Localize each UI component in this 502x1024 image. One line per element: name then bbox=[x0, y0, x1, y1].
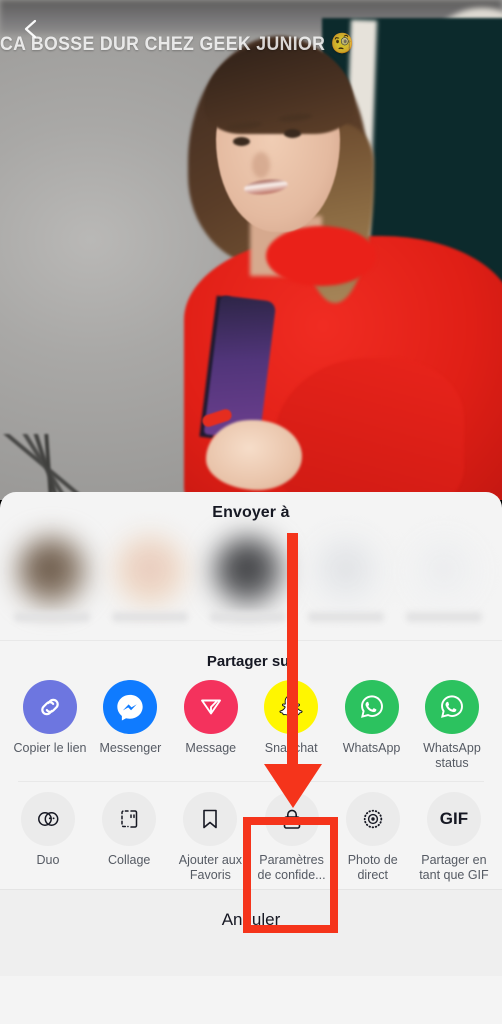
contact-name-blurred bbox=[406, 612, 482, 622]
action-collage[interactable]: Collage bbox=[89, 792, 169, 883]
share-target-whatsapp-status[interactable]: WhatsApp status bbox=[414, 680, 490, 771]
contact-item[interactable] bbox=[14, 536, 90, 622]
duo-icon bbox=[21, 792, 75, 846]
avatar bbox=[17, 536, 87, 606]
video-caption-text: CA BOSSE DUR CHEZ GEEK JUNIOR bbox=[0, 34, 326, 55]
share-target-messenger[interactable]: Messenger bbox=[92, 680, 168, 771]
contact-name-blurred bbox=[210, 612, 286, 622]
share-on-title: Partager sur bbox=[206, 653, 296, 670]
whatsapp-icon bbox=[344, 680, 399, 734]
hands bbox=[206, 420, 302, 490]
contact-item[interactable] bbox=[308, 536, 384, 622]
contacts-row bbox=[0, 522, 502, 640]
share-targets-row: Copier le lien Messenger Message WhatsAp… bbox=[0, 674, 502, 781]
send-message-icon bbox=[183, 680, 238, 734]
share-target-message[interactable]: Message bbox=[173, 680, 249, 771]
share-target-label: WhatsApp bbox=[342, 741, 401, 755]
share-target-label: Message bbox=[185, 741, 237, 755]
share-sheet: Envoyer à Partager sur Copier le lien Me… bbox=[0, 492, 502, 1024]
video-caption: CA BOSSE DUR CHEZ GEEK JUNIOR 🧐 bbox=[0, 31, 354, 56]
action-add-to-favorites[interactable]: Ajouter aux Favoris bbox=[170, 792, 250, 883]
action-share-as-gif[interactable]: GIF Partager en tant que GIF bbox=[414, 792, 494, 883]
share-target-label: WhatsApp status bbox=[423, 741, 481, 770]
contact-name-blurred bbox=[308, 612, 384, 622]
share-target-copy-link[interactable]: Copier le lien bbox=[12, 680, 88, 771]
contact-item[interactable] bbox=[112, 536, 188, 622]
annotation-arrow-head bbox=[264, 764, 322, 808]
contact-name-blurred bbox=[14, 612, 90, 622]
action-live-photo[interactable]: Photo de direct bbox=[333, 792, 413, 883]
avatar bbox=[409, 536, 479, 606]
share-target-whatsapp[interactable]: WhatsApp bbox=[334, 680, 410, 771]
action-label: Duo bbox=[36, 853, 60, 867]
share-target-label: Messenger bbox=[99, 741, 162, 755]
back-chevron-icon[interactable] bbox=[20, 18, 42, 40]
share-target-label: Copier le lien bbox=[13, 741, 87, 755]
avatar bbox=[311, 536, 381, 606]
live-photo-icon bbox=[345, 792, 400, 846]
contact-item[interactable] bbox=[406, 536, 482, 622]
annotation-arrow-shaft bbox=[287, 533, 298, 776]
action-label: Photo de direct bbox=[347, 853, 398, 882]
whatsapp-status-icon bbox=[424, 680, 479, 734]
eye-left bbox=[233, 137, 250, 146]
avatar bbox=[213, 536, 283, 606]
avatar bbox=[115, 536, 185, 606]
contact-item[interactable] bbox=[210, 536, 286, 622]
annotation-highlight-box bbox=[243, 817, 338, 933]
tiktok-share-screen: CA BOSSE DUR CHEZ GEEK JUNIOR 🧐 Envoyer … bbox=[0, 0, 502, 1024]
eye-right bbox=[284, 129, 301, 138]
contact-name-blurred bbox=[112, 612, 188, 622]
nose bbox=[252, 152, 270, 178]
plant-leaves bbox=[0, 434, 110, 500]
action-duo[interactable]: Duo bbox=[8, 792, 88, 883]
send-to-title: Envoyer à bbox=[212, 504, 290, 521]
action-label: Collage bbox=[107, 853, 151, 867]
action-label: Ajouter aux Favoris bbox=[178, 853, 242, 882]
caption-emoji: 🧐 bbox=[330, 33, 355, 55]
action-label: Partager en tant que GIF bbox=[419, 853, 489, 882]
messenger-icon bbox=[103, 680, 158, 734]
sweater-collar bbox=[266, 226, 376, 286]
collage-icon bbox=[102, 792, 157, 846]
person-subject bbox=[178, 28, 502, 500]
bookmark-icon bbox=[183, 792, 238, 846]
link-icon bbox=[23, 680, 77, 734]
video-player[interactable] bbox=[0, 0, 502, 500]
gif-icon: GIF bbox=[426, 792, 481, 846]
